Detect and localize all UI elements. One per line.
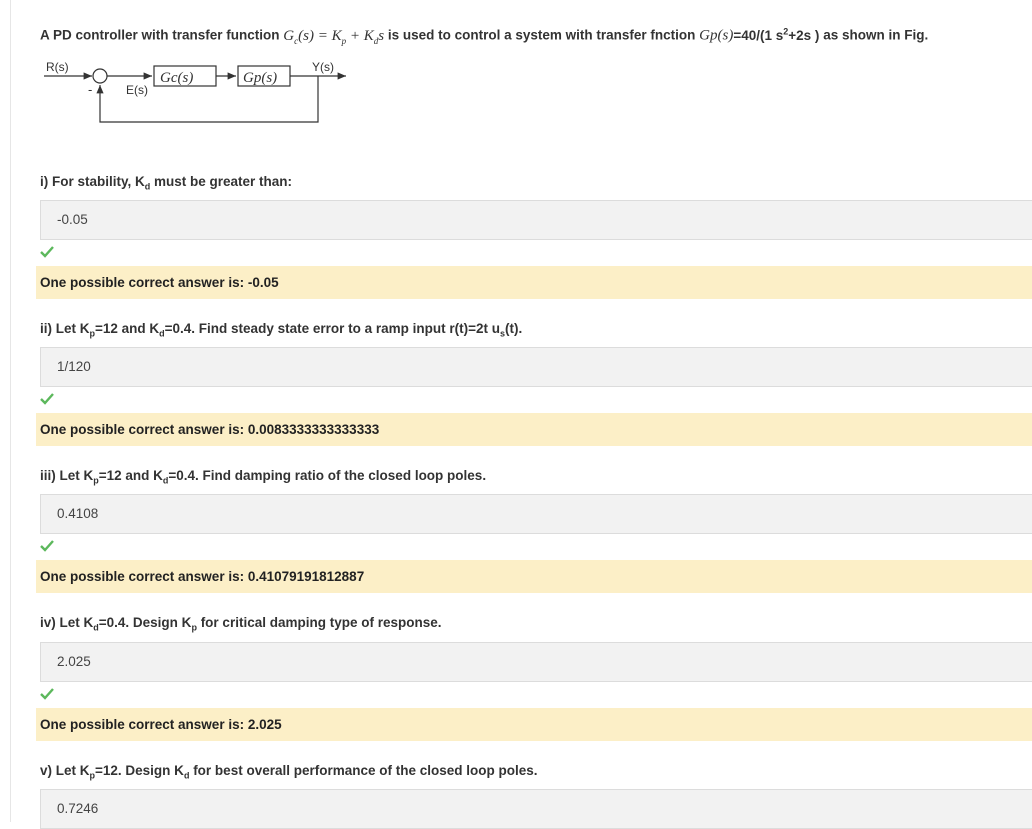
diagram-error-label: E(s) [126,83,148,97]
intro-middle: is used to control a system with transfe… [387,27,696,43]
gp-value: =40/(1 s2+2s ) [733,26,820,43]
q2-label-post3: (t). [505,321,523,336]
q4-label-post: =0.4. Design K [98,615,192,630]
q1-label-post: must be greater than: [150,174,293,189]
q2-label-post2: =0.4. Find steady state error to a ramp … [164,321,500,336]
q3-label-post: =12 and K [98,468,163,483]
block-diagram: R(s) E(s) Gc(s) Gp(s) Y(s) - [44,60,346,123]
feedback-3: One possible correct answer is: 0.410791… [36,560,1032,593]
q4-label-pre: iv) Let K [40,615,94,630]
summing-junction [92,68,108,84]
q5-label-post2: for best overall performance of the clos… [189,763,538,778]
q2-label-post: =12 and K [95,321,160,336]
answer-field-4[interactable]: 2.025 [40,642,1032,682]
check-icon [40,540,54,552]
feedback-1: One possible correct answer is: -0.05 [36,266,1032,299]
question-1-text: i) For stability, Kd must be greater tha… [40,174,292,192]
answer-field-2[interactable]: 1/120 [40,347,1032,387]
problem-statement: A PD controller with transfer function G… [40,26,1030,46]
feedback-2: One possible correct answer is: 0.008333… [36,413,1032,446]
gp-label: Gp(s) [699,27,734,44]
q4-label-post2: for critical damping type of response. [196,615,442,630]
question-2-text: ii) Let Kp=12 and Kd=0.4. Find steady st… [40,321,522,339]
page-left-border [10,0,11,822]
feedback-4: One possible correct answer is: 2.025 [36,708,1032,741]
diagram-input-label: R(s) [46,60,69,74]
intro-suffix: as shown in Fig. [823,27,929,43]
plant-label: Gp(s) [243,70,277,86]
gc-formula: Gc(s) = Kp + Kds [283,27,385,46]
answer-field-5[interactable]: 0.7246 [40,789,1032,829]
minus-sign: - [88,82,92,97]
q3-label-pre: iii) Let K [40,468,94,483]
q3-label-post2: =0.4. Find damping ratio of the closed l… [168,468,487,483]
q2-label-pre: ii) Let K [40,321,90,336]
check-icon [40,246,54,258]
answer-field-1[interactable]: -0.05 [40,200,1032,240]
q5-label-post: =12. Design K [95,763,184,778]
check-icon [40,688,54,700]
question-3-text: iii) Let Kp=12 and Kd=0.4. Find damping … [40,468,486,486]
intro-prefix: A PD controller with transfer function [40,27,280,43]
answer-field-3[interactable]: 0.4108 [40,494,1032,534]
q1-label-pre: i) For stability, K [40,174,145,189]
question-4-text: iv) Let Kd=0.4. Design Kp for critical d… [40,615,442,633]
check-icon [40,393,54,405]
q5-label-pre: v) Let K [40,763,90,778]
diagram-output-label: Y(s) [312,60,334,74]
controller-label: Gc(s) [160,70,193,86]
question-5-text: v) Let Kp=12. Design Kd for best overall… [40,763,538,781]
